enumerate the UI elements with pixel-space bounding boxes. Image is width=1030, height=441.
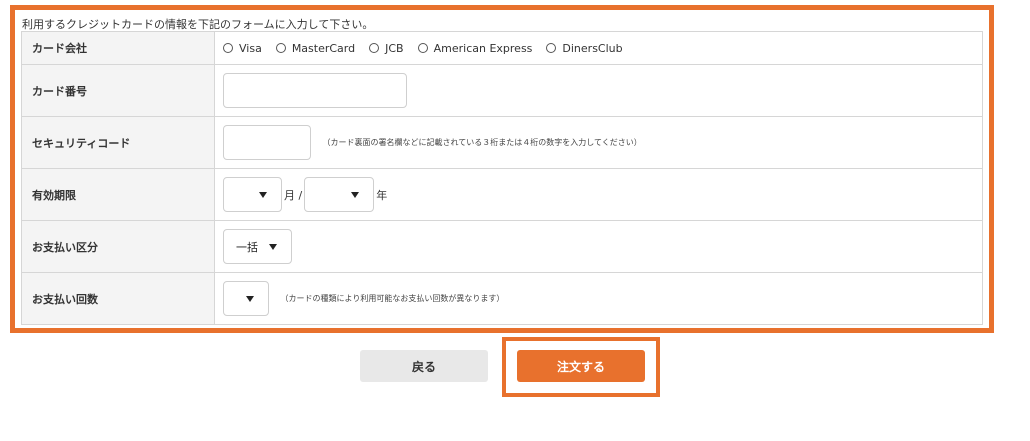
payment-type-value: 一括 xyxy=(236,240,258,254)
installments-field: （カードの種類により利用可能なお支払い回数が異なります） xyxy=(214,272,983,325)
card-number-input[interactable] xyxy=(223,73,407,108)
security-code-input[interactable] xyxy=(223,125,311,160)
radio-american-express[interactable]: American Express xyxy=(417,41,533,55)
radio-mastercard-label: MasterCard xyxy=(291,41,356,55)
radio-unchecked-icon[interactable] xyxy=(369,43,380,53)
expiry-year-suffix: 年 xyxy=(376,188,388,202)
row-card-number: カード番号 xyxy=(21,64,983,117)
caret-down-icon xyxy=(246,295,254,302)
order-button-frame: 注文する xyxy=(502,337,660,397)
payment-type-label: お支払い区分 xyxy=(21,220,215,273)
radio-dinersclub-label: DinersClub xyxy=(562,41,623,55)
installments-label: お支払い回数 xyxy=(21,272,215,325)
radio-dinersclub[interactable]: DinersClub xyxy=(546,41,623,55)
row-installments: お支払い回数 （カードの種類により利用可能なお支払い回数が異なります） xyxy=(21,272,983,325)
radio-unchecked-icon[interactable] xyxy=(223,43,233,53)
form-intro-text: 利用するクレジットカードの情報を下記のフォームに入力して下さい。 xyxy=(22,18,374,31)
expiry-month-select[interactable] xyxy=(223,177,282,212)
card-number-label: カード番号 xyxy=(21,64,215,117)
security-code-note: （カード裏面の署名欄などに記載されている３桁または４桁の数字を入力してください） xyxy=(322,138,642,147)
caret-down-icon xyxy=(351,191,360,198)
expiry-label: 有効期限 xyxy=(21,168,215,221)
radio-jcb-label: JCB xyxy=(385,41,404,55)
expiry-month-suffix: 月 / xyxy=(284,188,303,202)
payment-type-field: 一括 xyxy=(214,220,983,273)
card-company-field: Visa MasterCard JCB American Express Din… xyxy=(214,31,983,65)
installments-select[interactable] xyxy=(223,281,269,316)
radio-american-express-label: American Express xyxy=(433,41,533,55)
credit-card-form-table: カード会社 Visa MasterCard JCB American Expre… xyxy=(21,31,983,325)
radio-visa-label: Visa xyxy=(239,41,262,55)
expiry-field: 月 / 年 xyxy=(214,168,983,221)
row-security-code: セキュリティコード （カード裏面の署名欄などに記載されている３桁または４桁の数字… xyxy=(21,116,983,169)
row-expiry: 有効期限 月 / 年 xyxy=(21,168,983,221)
security-code-field: （カード裏面の署名欄などに記載されている３桁または４桁の数字を入力してください） xyxy=(214,116,983,169)
caret-down-icon xyxy=(259,191,267,198)
row-card-company: カード会社 Visa MasterCard JCB American Expre… xyxy=(21,31,983,65)
card-company-label: カード会社 xyxy=(21,31,215,65)
radio-unchecked-icon[interactable] xyxy=(275,43,286,53)
order-button[interactable]: 注文する xyxy=(517,350,645,382)
payment-type-select[interactable]: 一括 xyxy=(223,229,292,264)
expiry-year-select[interactable] xyxy=(304,177,375,212)
caret-down-icon xyxy=(269,243,277,250)
card-company-radio-group: Visa MasterCard JCB American Express Din… xyxy=(223,42,982,55)
radio-unchecked-icon[interactable] xyxy=(417,43,428,53)
radio-mastercard[interactable]: MasterCard xyxy=(275,41,356,55)
radio-jcb[interactable]: JCB xyxy=(369,41,404,55)
radio-visa[interactable]: Visa xyxy=(223,42,262,55)
credit-card-form-frame: 利用するクレジットカードの情報を下記のフォームに入力して下さい。 カード会社 V… xyxy=(10,5,994,333)
radio-unchecked-icon[interactable] xyxy=(546,43,557,53)
row-payment-type: お支払い区分 一括 xyxy=(21,220,983,273)
security-code-label: セキュリティコード xyxy=(21,116,215,169)
installments-note: （カードの種類により利用可能なお支払い回数が異なります） xyxy=(280,294,505,303)
back-button[interactable]: 戻る xyxy=(360,350,488,382)
card-number-field xyxy=(214,64,983,117)
